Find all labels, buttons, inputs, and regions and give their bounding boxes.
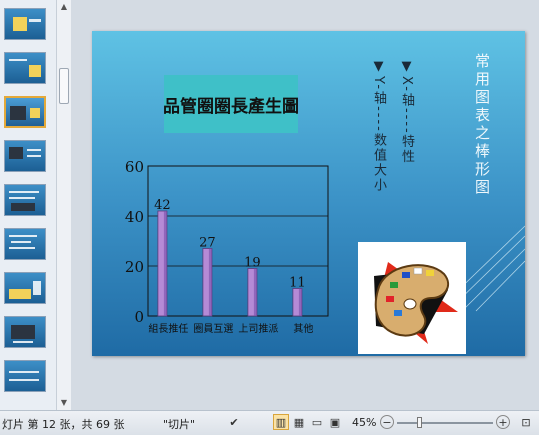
slide-thumbnail[interactable]: [4, 272, 46, 304]
data-label: 19: [244, 256, 261, 271]
thumbnail-scrollbar[interactable]: ▲ ▼: [56, 0, 71, 410]
zoom-slider[interactable]: [397, 417, 493, 428]
slide-title[interactable]: 品管圈圈長產生圖: [163, 75, 299, 133]
slide-thumbnail[interactable]: [4, 140, 46, 172]
data-label: 11: [289, 276, 306, 291]
slide-thumbnail[interactable]: [4, 184, 46, 216]
slide-canvas[interactable]: 品管圈圈長產生圖 常用图表之棒形图 ▼X-轴----特性 ▼Y-轴----数值大…: [92, 31, 525, 356]
x-tick-label: 圈員互選: [193, 322, 233, 335]
reading-view-icon[interactable]: ▭: [309, 414, 325, 430]
x-tick-label: 其他: [293, 322, 313, 335]
data-label: 27: [199, 236, 216, 251]
fit-to-window-icon[interactable]: ⊡: [518, 414, 534, 430]
zoom-in-icon[interactable]: +: [496, 415, 510, 429]
theme-name-label: "切片": [163, 418, 196, 431]
bar-shade: [253, 268, 257, 316]
spell-check-icon[interactable]: ✔: [226, 414, 242, 430]
slide-sorter-icon[interactable]: ▦: [291, 414, 307, 430]
scrollbar-thumb[interactable]: [59, 68, 69, 104]
y-tick-label: 0: [134, 308, 144, 326]
bar-chart[interactable]: 0 20 40 60 42 組長推任 27 圈員互選 19 上司推派 11 其他: [118, 156, 338, 346]
zoom-out-icon[interactable]: −: [380, 415, 394, 429]
x-tick-label: 組長推任: [148, 322, 188, 335]
x-axis-note[interactable]: ▼X-轴----特性: [399, 59, 414, 165]
slide-thumbnail[interactable]: [4, 360, 46, 392]
slide-count-label: 灯片 第 12 张，共 69 张: [2, 418, 125, 431]
normal-view-icon[interactable]: ▥: [273, 414, 289, 430]
paint-palette-clipart[interactable]: [358, 242, 466, 354]
paint-palette-icon: [374, 262, 458, 344]
slide-thumbnail-selected[interactable]: [4, 96, 46, 128]
bar-shade: [163, 211, 167, 316]
slideshow-icon[interactable]: ▣: [327, 414, 343, 430]
slide-thumbnail[interactable]: [4, 228, 46, 260]
zoom-slider-thumb[interactable]: [417, 417, 422, 428]
slide-thumbnail[interactable]: [4, 8, 46, 40]
slide-thumbnail[interactable]: [4, 52, 46, 84]
x-tick-label: 上司推派: [238, 322, 278, 335]
data-label: 42: [154, 198, 171, 213]
y-tick-label: 20: [125, 258, 144, 276]
scroll-up-arrow-icon[interactable]: ▲: [57, 0, 71, 13]
vertical-title[interactable]: 常用图表之棒形图: [473, 53, 491, 197]
bar-shade: [208, 248, 212, 316]
y-axis-note[interactable]: ▼Y-轴----数值大小: [371, 59, 386, 193]
bar-shade: [298, 288, 302, 316]
slide-thumbnail[interactable]: [4, 316, 46, 348]
zoom-level[interactable]: 45%: [352, 416, 376, 429]
slide-thumbnail-pane[interactable]: [0, 0, 56, 410]
y-tick-label: 40: [125, 208, 144, 226]
slide-editing-area[interactable]: 品管圈圈長產生圖 常用图表之棒形图 ▼X-轴----特性 ▼Y-轴----数值大…: [71, 0, 539, 410]
scroll-down-arrow-icon[interactable]: ▼: [57, 396, 71, 409]
y-tick-label: 60: [125, 158, 144, 176]
status-bar: 灯片 第 12 张，共 69 张 "切片" ✔ ▥ ▦ ▭ ▣ 45% − + …: [0, 410, 539, 435]
